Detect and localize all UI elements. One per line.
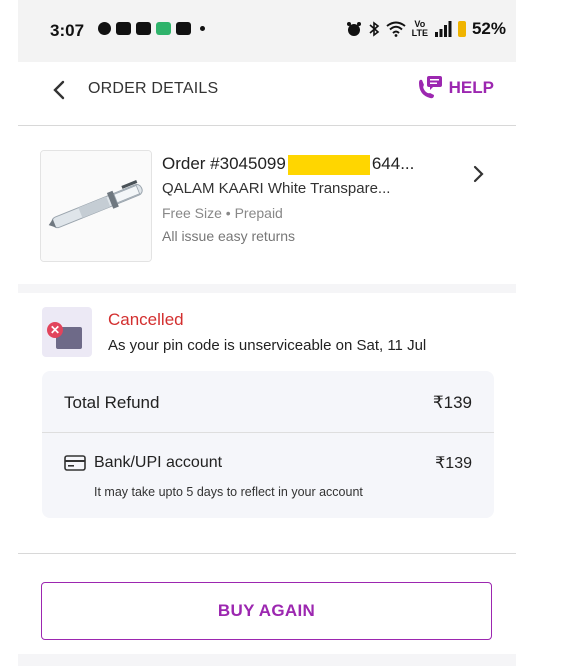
order-number-suffix: 644... xyxy=(371,154,415,173)
app-header: ORDER DETAILS HELP xyxy=(18,62,516,126)
product-card[interactable]: Order #3045099 644... QALAM KAARI White T… xyxy=(18,126,516,284)
back-arrow-icon[interactable] xyxy=(50,78,68,102)
refund-card: Total Refund ₹139 Bank/UPI account ₹139 … xyxy=(42,371,494,518)
battery-icon xyxy=(457,21,466,37)
wifi-icon xyxy=(386,21,406,37)
section-divider xyxy=(18,553,516,554)
chat-notification-icon xyxy=(98,22,111,35)
app-notification-icon xyxy=(176,22,191,35)
help-label: HELP xyxy=(448,78,494,97)
signal-icon xyxy=(434,21,452,37)
help-button[interactable]: HELP xyxy=(415,75,494,101)
system-icons: Vo LTE 52% xyxy=(346,19,506,39)
green-app-notification-icon xyxy=(156,22,171,35)
bluetooth-icon xyxy=(369,21,379,37)
volte-indicator: Vo LTE xyxy=(412,20,428,38)
product-meta: Free Size • Prepaid xyxy=(162,204,283,221)
app-notification-icon xyxy=(116,22,131,35)
refund-timeline-note: It may take upto 5 days to reflect in yo… xyxy=(94,485,363,499)
alarm-icon xyxy=(346,22,361,36)
refund-divider xyxy=(42,432,494,433)
bottom-separator xyxy=(18,654,516,666)
order-number: Order #3045099 644... xyxy=(162,154,462,175)
buy-again-button[interactable]: BUY AGAIN xyxy=(41,582,492,640)
order-number-prefix: Order #3045099 xyxy=(162,154,286,173)
order-status: Cancelled xyxy=(108,310,184,329)
product-info: Order #3045099 644... QALAM KAARI White T… xyxy=(162,154,462,244)
cancelled-package-icon: ✕ xyxy=(42,307,92,357)
total-refund-label: Total Refund xyxy=(64,393,160,412)
refund-method-label: Bank/UPI account xyxy=(94,454,223,471)
refund-method: Bank/UPI account xyxy=(64,453,222,473)
support-chat-icon xyxy=(418,76,442,99)
total-refund-row: Total Refund ₹139 xyxy=(64,393,472,415)
status-time: 3:07 xyxy=(50,21,85,40)
card-icon xyxy=(64,455,86,471)
volte-bottom-text: LTE xyxy=(411,28,428,38)
refund-method-amount: ₹139 xyxy=(435,455,472,472)
cancel-x-icon: ✕ xyxy=(47,322,63,338)
redaction-mark xyxy=(287,154,370,175)
pen-product-image xyxy=(41,151,151,261)
section-separator xyxy=(18,284,516,293)
more-notifications-dot-icon xyxy=(200,26,205,31)
status-bar: 3:07 Vo LTE 52% xyxy=(18,0,516,62)
cancellation-section: ✕ Cancelled As your pin code is unservic… xyxy=(18,293,516,553)
app-screen: 3:07 Vo LTE 52% ORDER DETAILS HELP Order… xyxy=(18,0,516,666)
product-name: QALAM KAARI White Transpare... xyxy=(162,179,391,197)
page-title: ORDER DETAILS xyxy=(88,80,219,97)
product-thumbnail[interactable] xyxy=(40,150,152,262)
cancellation-reason: As your pin code is unserviceable on Sat… xyxy=(108,337,427,354)
chevron-right-icon[interactable] xyxy=(472,164,486,184)
battery-percent: 52% xyxy=(471,19,506,38)
notification-icons xyxy=(98,22,205,35)
refund-method-row: Bank/UPI account ₹139 xyxy=(64,453,472,473)
return-policy: All issue easy returns xyxy=(162,227,296,244)
app-notification-icon xyxy=(136,22,151,35)
total-refund-amount: ₹139 xyxy=(432,393,472,412)
